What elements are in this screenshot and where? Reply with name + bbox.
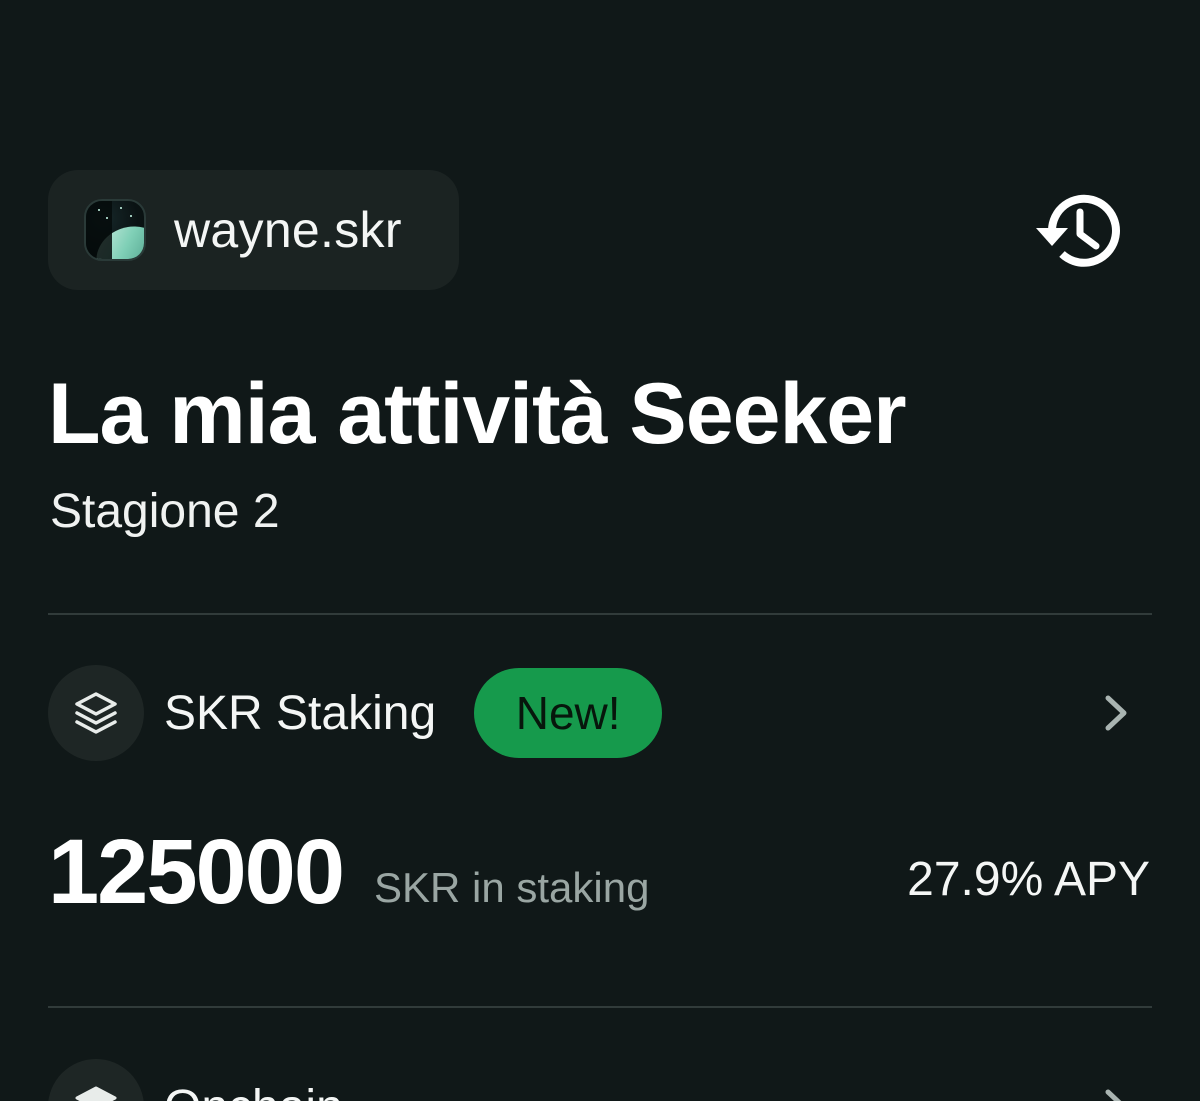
divider <box>48 1006 1152 1008</box>
skr-staking-row[interactable]: SKR Staking New! <box>48 664 1152 762</box>
history-button[interactable] <box>1030 190 1126 274</box>
layers-icon <box>75 1086 117 1101</box>
onchain-icon-wrap <box>48 1059 144 1101</box>
account-chip[interactable]: wayne.skr <box>48 170 459 290</box>
season-label: Stagione 2 <box>50 485 280 538</box>
profile-avatar <box>84 199 146 261</box>
chevron-right-icon <box>1105 1089 1122 1101</box>
chevron-right-icon <box>1105 695 1127 731</box>
apy-value: 27.9% APY <box>907 853 1150 906</box>
divider <box>48 613 1152 615</box>
account-name: wayne.skr <box>174 202 402 258</box>
staking-summary: 125000 SKR in staking 27.9% APY <box>48 820 1152 930</box>
onchain-label: Onchain <box>164 1080 343 1101</box>
onchain-row[interactable]: Onchain <box>48 1058 1152 1101</box>
layers-icon <box>75 692 117 734</box>
staked-amount-unit: SKR in staking <box>374 864 650 911</box>
staked-amount: 125000 <box>48 821 345 923</box>
staking-icon-wrap <box>48 665 144 761</box>
history-icon <box>1036 194 1120 267</box>
page-title: La mia attività Seeker <box>48 366 907 462</box>
new-badge: New! <box>474 668 663 758</box>
staking-label: SKR Staking <box>164 686 437 740</box>
activity-screen: wayne.skr La mia attività Seeker Stagion… <box>0 0 1200 1101</box>
